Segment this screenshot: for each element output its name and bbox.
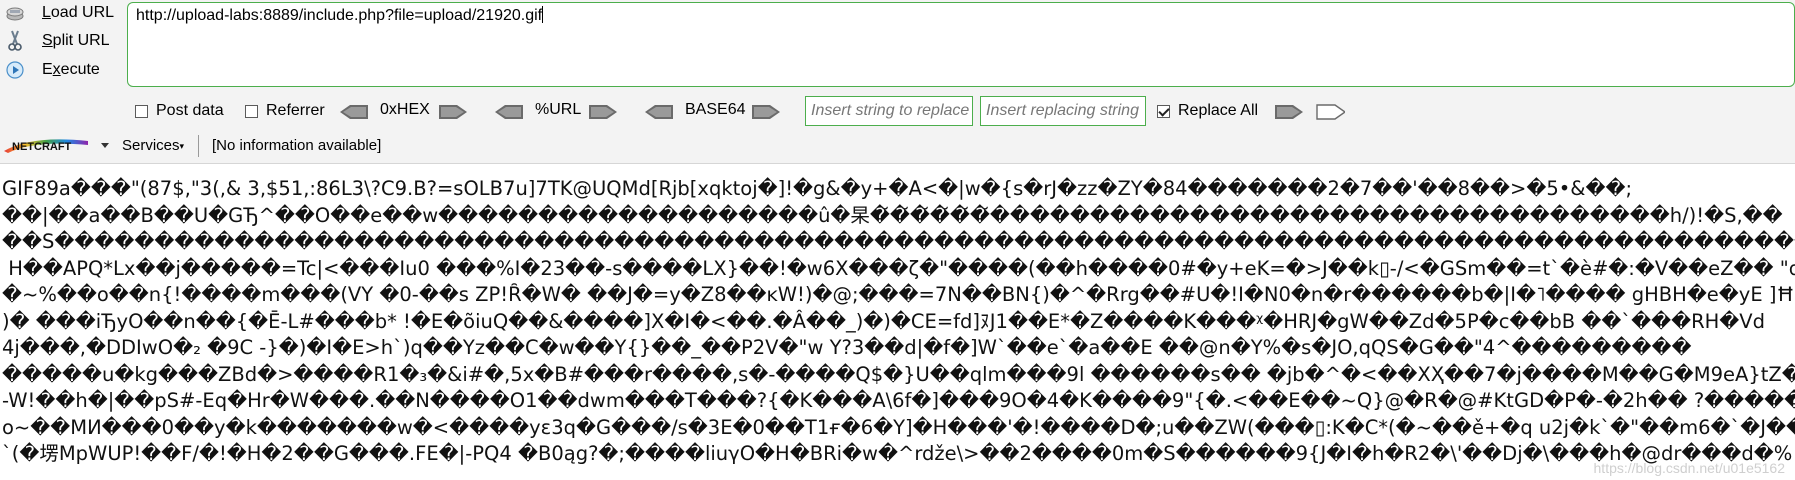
replace-all-checkbox[interactable]: Replace All — [1157, 102, 1258, 120]
split-url-button[interactable]: Split URL — [4, 28, 122, 54]
toolbar-divider — [198, 135, 199, 157]
output-line: `(�塄MpWUP!��F/�!�H�2��G���.FE�|-PQ4 �B0ą… — [2, 442, 1793, 465]
scissors-icon — [4, 30, 26, 52]
watermark-text: https://blog.csdn.net/u01e5162 — [1593, 460, 1785, 476]
netcraft-menu-chevron-icon[interactable] — [101, 143, 109, 148]
base64-encode-arrow-icon[interactable] — [750, 104, 780, 120]
hackbar-panel: Load URL Split URL Execute http://upload… — [0, 0, 1795, 164]
hex-label: 0xHEX — [380, 101, 430, 118]
netcraft-logo[interactable]: NETCRAFT — [2, 135, 90, 155]
url-encode-arrow-icon[interactable] — [587, 104, 617, 120]
referrer-label: Referrer — [266, 102, 325, 119]
load-url-icon — [4, 2, 26, 24]
execute-button[interactable]: Execute — [4, 57, 122, 83]
services-menu[interactable]: Services▾ — [122, 137, 184, 154]
load-url-label: Load URL — [42, 4, 115, 21]
replace-all-label: Replace All — [1178, 102, 1259, 119]
execute-label: Execute — [42, 61, 100, 78]
hackbar-browser-view: Load URL Split URL Execute http://upload… — [0, 0, 1795, 480]
output-line: �����u�kg���ZBd�>����R1�₃�&i#�,5x�B#���r… — [2, 362, 1795, 386]
post-data-checkbox-box[interactable] — [135, 104, 148, 118]
output-line: H��APQ*Lx��j�����=Tc|<���Iu0 ���%I�23��-… — [2, 256, 1795, 280]
netcraft-toolbar: NETCRAFT Services▾ [No information avail… — [0, 133, 1795, 159]
services-label: Services — [122, 137, 180, 154]
hackbar-options-row: Post data Referrer 0xHEX %URL BASE64 Ins… — [0, 94, 1795, 126]
services-chevron-icon: ▾ — [179, 141, 185, 151]
insert-string-input[interactable]: Insert string to replace — [805, 96, 973, 126]
output-line: ��S�������������������������������������… — [2, 230, 1795, 253]
output-line: -W!��h�|��pS#-Eq�Hr�W���.��N����O1��dwm�… — [2, 389, 1795, 412]
text-caret — [542, 6, 544, 23]
insert-replacing-input[interactable]: Insert replacing string — [980, 96, 1146, 126]
post-data-label: Post data — [156, 102, 224, 119]
replace-all-checkbox-box[interactable] — [1157, 104, 1170, 118]
replace-next-arrow-icon[interactable] — [1315, 104, 1345, 120]
netcraft-logo-text: NETCRAFT — [12, 141, 72, 153]
url-encode-label: %URL — [535, 101, 582, 118]
hackbar-actions: Load URL Split URL Execute — [0, 0, 126, 92]
output-line: 4j���,�DDIwO�₂ �9C -}�)�I�E>h`)q��Yz��C�… — [2, 336, 1692, 359]
output-line: o~��МИ���0��y�k�������w�<����yɛ3q�G���/s… — [2, 415, 1795, 439]
url-decode-arrow-icon[interactable] — [495, 104, 525, 120]
hex-decode-arrow-icon[interactable] — [340, 104, 370, 120]
base64-label: BASE64 — [685, 101, 746, 118]
referrer-checkbox-box[interactable] — [245, 104, 258, 118]
referrer-checkbox[interactable]: Referrer — [245, 102, 325, 120]
hex-encode-arrow-icon[interactable] — [437, 104, 467, 120]
replace-arrow-icon[interactable] — [1273, 104, 1303, 120]
split-url-label: Split URL — [42, 32, 110, 49]
page-output: GIF89a���"(87$,"3(,& 3,$51,:86L3\?C9.B?=… — [0, 176, 1795, 480]
load-url-button[interactable]: Load URL — [4, 0, 122, 26]
output-line: )� ���iЂyO��n��{�Ē-L#���b* !�E�õiuQ��&��… — [2, 309, 1766, 333]
base64-decode-arrow-icon[interactable] — [645, 104, 675, 120]
output-line: ��|��a��B��U�GЂ^��O��e��w���������������… — [2, 203, 1783, 227]
site-info-text: [No information available] — [212, 137, 382, 154]
url-textarea[interactable]: http://upload-labs:8889/include.php?file… — [127, 2, 1795, 87]
url-value: http://upload-labs:8889/include.php?file… — [136, 7, 543, 24]
execute-play-icon — [4, 59, 26, 81]
post-data-checkbox[interactable]: Post data — [135, 102, 224, 120]
output-line: �~%��o��n{!����m���(VY �0-��s ZP!Ȓ�W� ��… — [2, 283, 1795, 306]
output-line: GIF89a���"(87$,"3(,& 3,$51,:86L3\?C9.B?=… — [2, 177, 1633, 200]
